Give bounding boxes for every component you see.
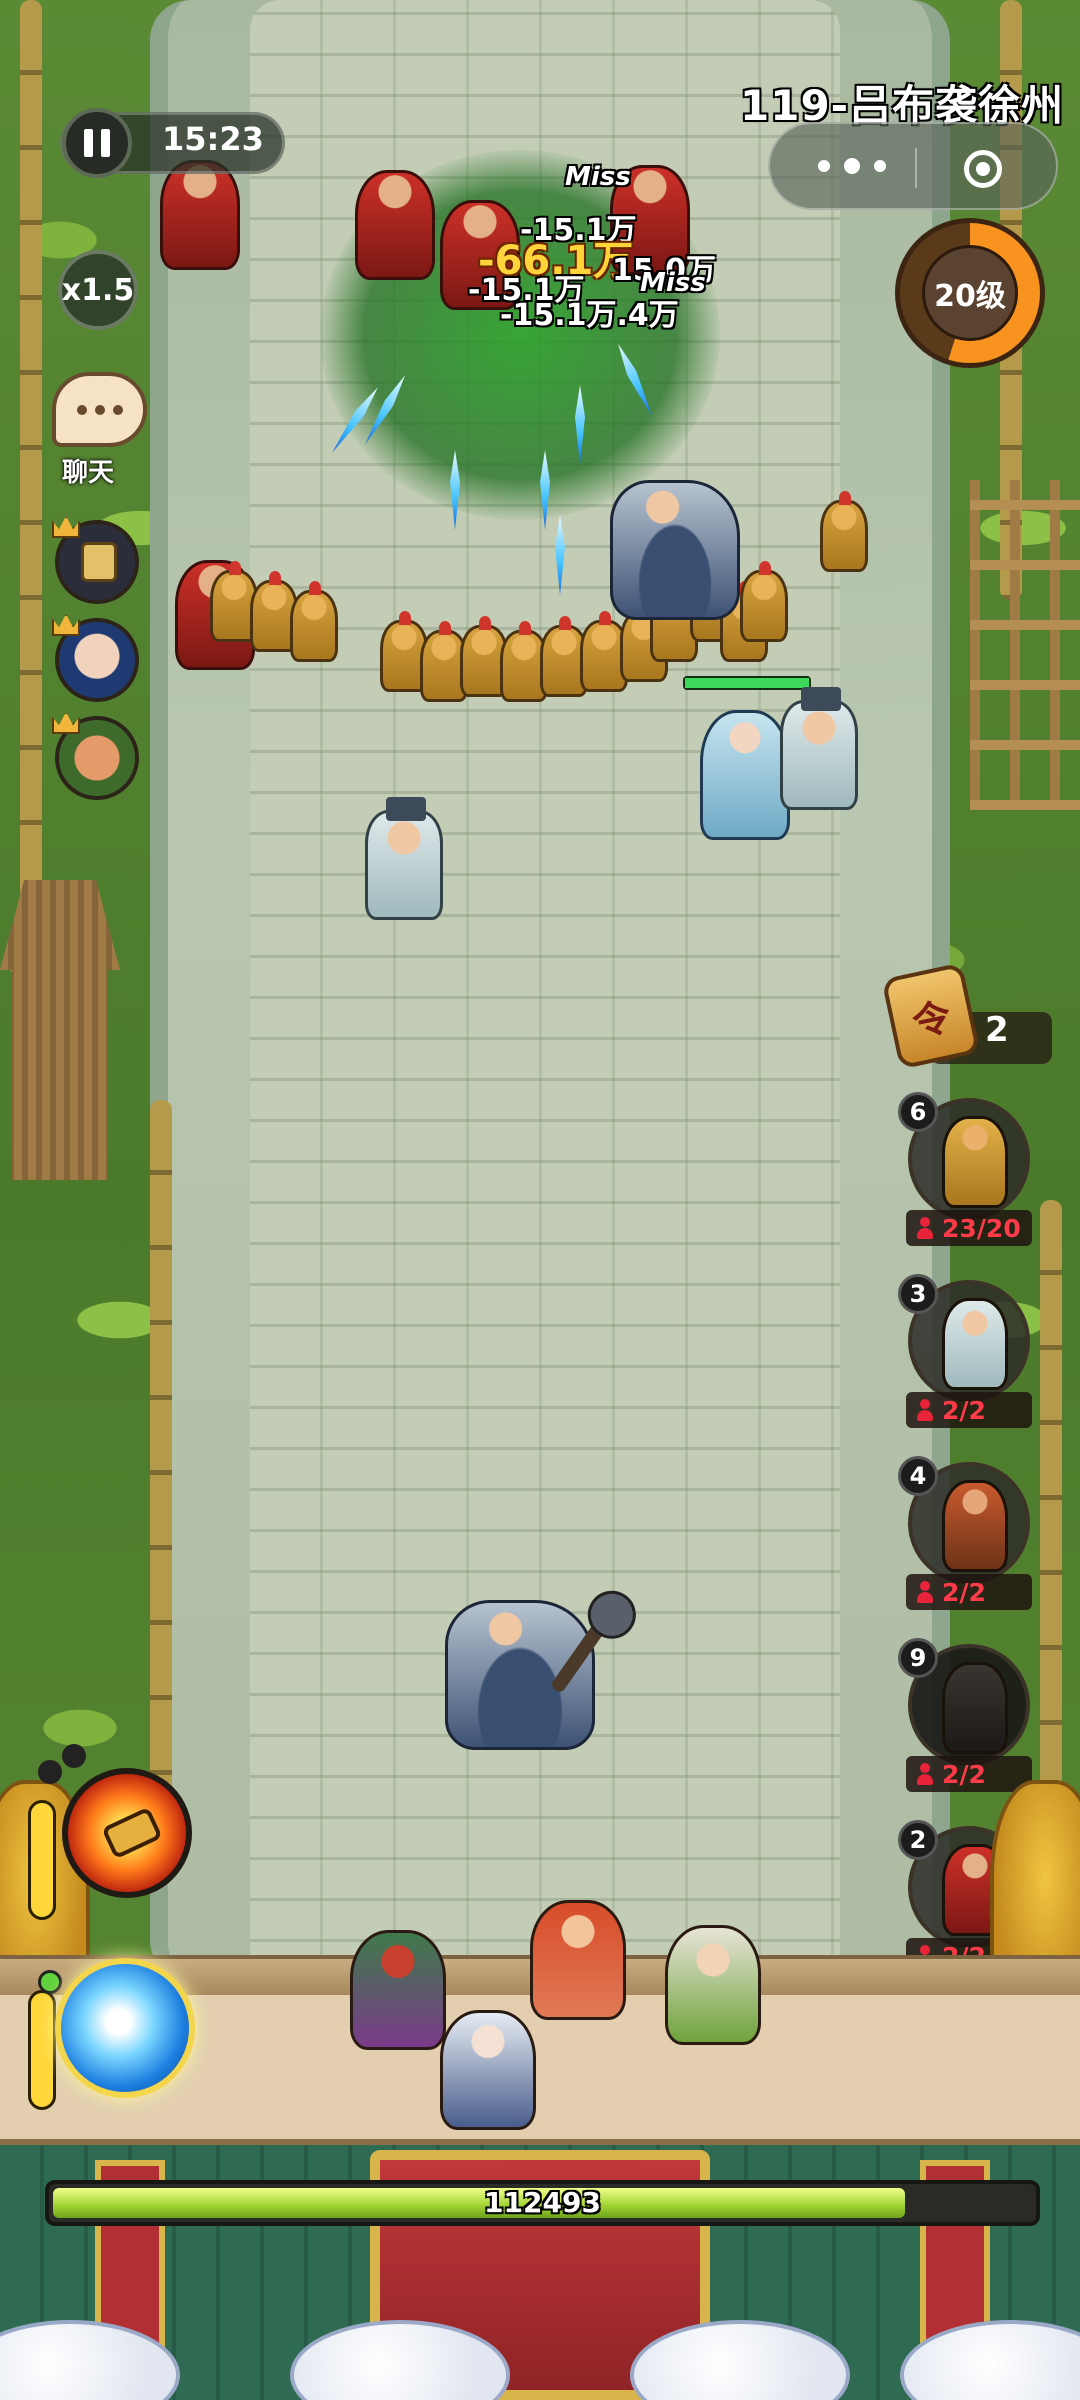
enemy-hp-bar [683, 676, 811, 690]
energy-orb-icon [62, 1744, 86, 1768]
dark-warrior-icon [942, 1662, 1008, 1754]
pause-icon [84, 129, 93, 157]
card-capacity: 23/20 [906, 1210, 1032, 1246]
player-level-label: 20级 [922, 245, 1018, 341]
person-icon [916, 1581, 934, 1603]
damage-number: -15.1万.4万 [500, 298, 679, 333]
enemy-gold-soldier [740, 561, 788, 642]
person-icon [916, 1217, 934, 1239]
person-icon [916, 1399, 934, 1421]
fire-hammer-skill-button[interactable] [62, 1768, 192, 1898]
card-cost: 9 [898, 1638, 938, 1678]
pause-button[interactable] [62, 108, 132, 178]
scholar-icon [942, 1298, 1008, 1390]
card-capacity: 2/2 [906, 1392, 1032, 1428]
game-stage: Miss -15.1万 -66.1万 -15.1万 15.0万 Miss -15… [0, 0, 1080, 2400]
card-cost: 2 [898, 1820, 938, 1860]
chat-label: 聊天 [62, 458, 115, 488]
command-token[interactable]: 令 [881, 962, 1052, 1070]
chat-button[interactable] [52, 372, 147, 447]
city-hp-bar: 112493 [45, 2180, 1040, 2226]
hero-white-swordsman [440, 2010, 536, 2130]
watchtower-left [0, 880, 120, 1180]
water-wave-skill-button[interactable] [55, 1958, 195, 2098]
enemy-mace-rider [610, 480, 740, 620]
chat-dot-icon [112, 404, 123, 415]
enemy-spearman [355, 170, 435, 280]
command-seal-icon: 令 [881, 962, 981, 1070]
energy-orb-icon [38, 1760, 62, 1784]
mini-program-capsule [768, 122, 1058, 210]
skill-energy-gauge [28, 1800, 56, 1920]
more-dot-icon [844, 158, 860, 174]
hero-child-rider [530, 1900, 626, 2020]
card-capacity-value: 23/20 [942, 1213, 1021, 1243]
gold-soldier-icon [942, 1116, 1008, 1208]
enemy-gold-soldier [820, 491, 868, 572]
card-cost: 4 [898, 1456, 938, 1496]
damage-number: Miss [565, 162, 631, 192]
ally-fairy-hero [700, 710, 790, 840]
bamboo-scaffold-right [970, 480, 1080, 810]
capsule-divider [915, 148, 917, 188]
enemy-spearman [160, 160, 240, 270]
chat-dot-icon [76, 404, 87, 415]
hero-elder-sage [665, 1925, 761, 2045]
bamboo-stalk [1040, 1200, 1062, 1800]
card-cost: 6 [898, 1092, 938, 1132]
skill-energy-gauge [28, 1990, 56, 2110]
card-capacity-value: 2/2 [942, 1577, 986, 1607]
card-capacity: 2/2 [906, 1574, 1032, 1610]
lock-icon [81, 542, 117, 582]
hero-shaman [350, 1930, 446, 2050]
speed-toggle-button[interactable]: x1.5 [58, 250, 138, 330]
battle-timer: 15:23 [162, 120, 264, 158]
enemy-gold-soldier [290, 581, 338, 662]
bamboo-stalk [150, 1100, 172, 1800]
ally-scholar [365, 797, 443, 920]
city-hp-value: 112493 [484, 2186, 601, 2219]
bamboo-stalk [20, 0, 42, 900]
more-dot-icon [818, 160, 830, 172]
ally-scholar [780, 687, 858, 810]
pause-icon [101, 129, 110, 157]
hammer-icon [101, 1806, 163, 1860]
energy-orb-icon [38, 1970, 62, 1994]
more-dot-icon [874, 160, 886, 172]
swordsman-icon [942, 1480, 1008, 1572]
person-icon [916, 1763, 934, 1785]
card-capacity-value: 2/2 [942, 1759, 986, 1789]
more-options-button[interactable] [818, 158, 886, 174]
card-capacity: 2/2 [906, 1756, 1032, 1792]
close-target-button[interactable] [964, 150, 1002, 188]
chat-dot-icon [94, 404, 105, 415]
enemy-hp-fill [685, 678, 809, 688]
token-count: 2 [985, 1010, 1009, 1050]
card-capacity-value: 2/2 [942, 1395, 986, 1425]
player-level-ring[interactable]: 20级 [895, 218, 1045, 368]
card-cost: 3 [898, 1274, 938, 1314]
unit-card-scholar[interactable]: 3 2/2 [898, 1274, 1038, 1450]
unit-card-gold-soldier[interactable]: 6 23/20 [898, 1092, 1038, 1268]
unit-card-swordsman[interactable]: 4 2/2 [898, 1456, 1038, 1632]
